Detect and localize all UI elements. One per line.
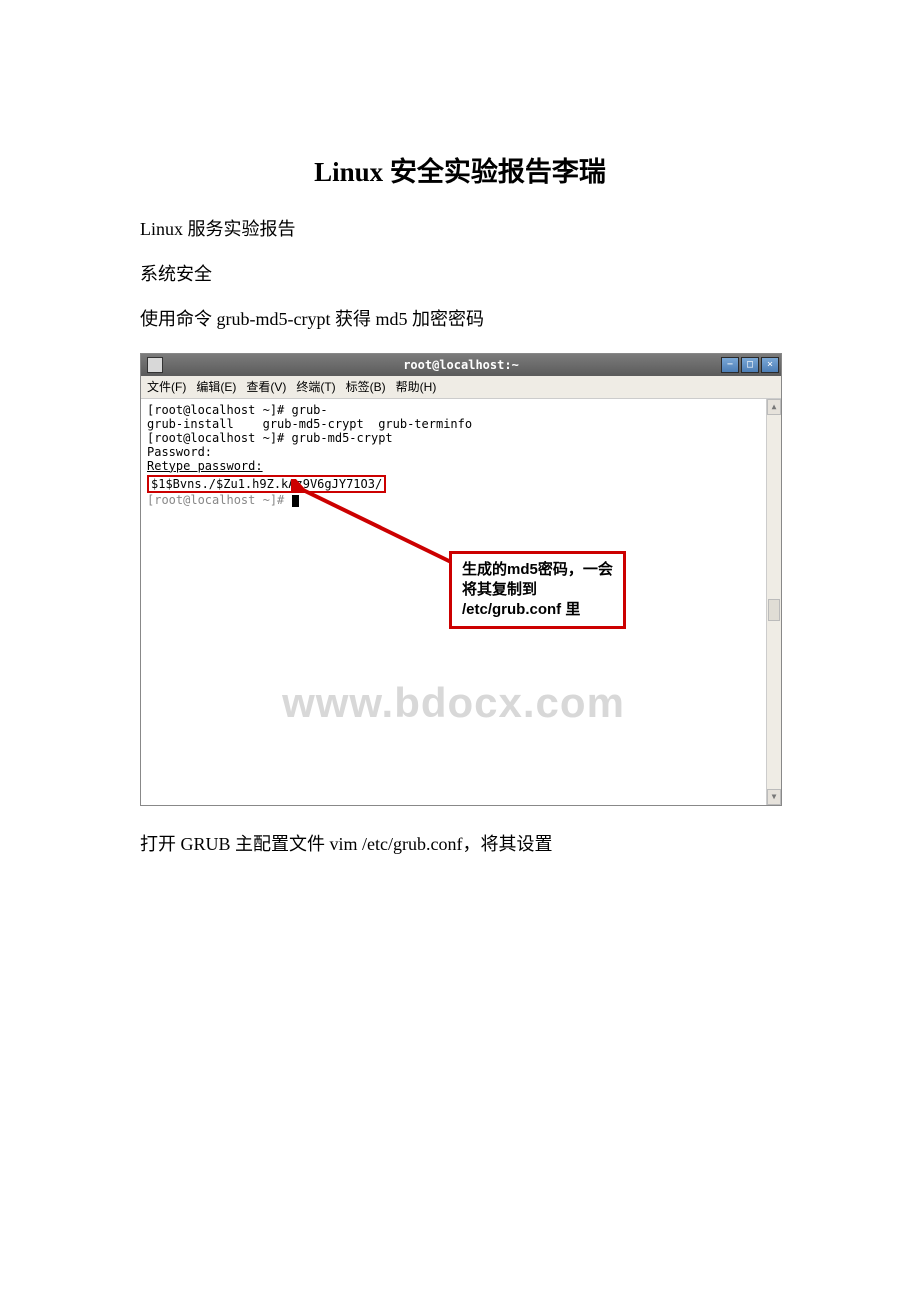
paragraph: 系统安全 [140,262,780,287]
scroll-thumb[interactable] [768,599,780,621]
callout-line: 生成的md5密码，一会 [462,560,613,580]
terminal-cursor [292,495,299,507]
document-title: Linux 安全实验报告李瑞 [140,150,780,189]
window-titlebar: root@localhost:~ − □ × [141,354,781,376]
menu-tabs[interactable]: 标签(B) [346,378,386,395]
menu-file[interactable]: 文件(F) [147,378,186,395]
window-menubar: 文件(F) 编辑(E) 查看(V) 终端(T) 标签(B) 帮助(H) [141,376,781,399]
scroll-down-button[interactable]: ▼ [767,789,781,805]
terminal-scrollbar[interactable]: ▲ ▼ [766,399,781,805]
maximize-button[interactable]: □ [741,357,759,373]
terminal-window: root@localhost:~ − □ × 文件(F) 编辑(E) 查看(V)… [140,353,782,806]
md5-highlight: $1$Bvns./$Zu1.h9Z.kAz9V6gJY71O3/ [147,473,760,493]
app-icon [147,357,163,373]
menu-terminal[interactable]: 终端(T) [296,378,335,395]
terminal-body[interactable]: [root@localhost ~]# grub- grub-install g… [141,399,766,805]
paragraph: Linux 服务实验报告 [140,217,780,242]
minimize-button[interactable]: − [721,357,739,373]
paragraph: 打开 GRUB 主配置文件 vim /etc/grub.conf，将其设置 [140,832,780,857]
terminal-line: [root@localhost ~]# grub- [147,403,760,417]
terminal-line: Password: [147,445,760,459]
paragraph: 使用命令 grub-md5-crypt 获得 md5 加密密码 [140,307,780,332]
callout-line: 将其复制到 [462,580,613,600]
terminal-line: grub-install grub-md5-crypt grub-terminf… [147,417,760,431]
terminal-line: [root@localhost ~]# grub-md5-crypt [147,431,760,445]
annotation-callout: 生成的md5密码，一会 将其复制到 /etc/grub.conf 里 [449,551,626,630]
watermark-text: www.bdocx.com [282,679,625,727]
window-title: root@localhost:~ [141,358,781,372]
terminal-line: Retype password: [147,459,760,473]
menu-edit[interactable]: 编辑(E) [196,378,236,395]
md5-output: $1$Bvns./$Zu1.h9Z.kAz9V6gJY71O3/ [147,475,386,493]
close-button[interactable]: × [761,357,779,373]
terminal-line: [root@localhost ~]# [147,493,760,507]
scroll-up-button[interactable]: ▲ [767,399,781,415]
menu-help[interactable]: 帮助(H) [396,378,437,395]
callout-line: /etc/grub.conf 里 [462,600,613,620]
menu-view[interactable]: 查看(V) [246,378,286,395]
